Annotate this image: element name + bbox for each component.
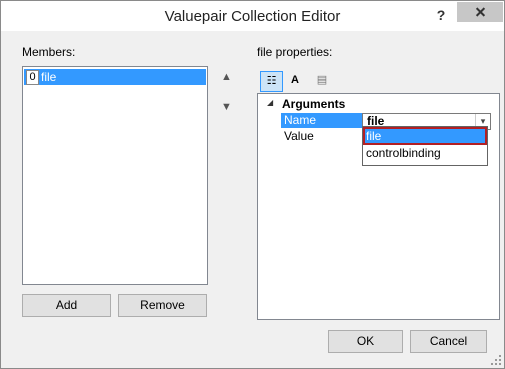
item-label: file	[41, 70, 57, 84]
collapse-icon[interactable]: ◢	[267, 98, 273, 107]
move-down-button[interactable]: ▼	[217, 98, 236, 117]
resize-grip-icon[interactable]	[491, 355, 501, 365]
item-index: 0	[26, 70, 39, 85]
collection-editor-dialog: Valuepair Collection Editor ? Members: 0…	[0, 0, 505, 369]
category-label: Arguments	[282, 97, 346, 111]
property-pages-button[interactable]: ▤	[313, 71, 331, 90]
category-row[interactable]: ◢ Arguments	[258, 96, 499, 112]
categorized-icon: ☷	[266, 75, 277, 87]
ok-button[interactable]: OK	[328, 330, 403, 353]
property-name-value[interactable]: Value	[281, 129, 364, 144]
add-button[interactable]: Add	[22, 294, 111, 317]
help-button[interactable]: ?	[433, 6, 449, 24]
dialog-title: Valuepair Collection Editor	[164, 8, 341, 25]
members-list[interactable]: 0 file	[22, 66, 208, 285]
move-up-button[interactable]: ▲	[217, 68, 236, 87]
dropdown-option-file[interactable]: file	[363, 127, 487, 145]
properties-label: file properties:	[257, 45, 333, 59]
value-dropdown-list[interactable]: file controlbinding	[362, 126, 488, 166]
arrow-up-icon: ▲	[221, 71, 232, 83]
alphabetical-button[interactable]: A Z↓	[284, 71, 306, 105]
property-pages-icon: ▤	[316, 74, 328, 86]
members-label: Members:	[22, 45, 76, 59]
list-item[interactable]: 0 file	[24, 69, 206, 85]
dropdown-option-controlbinding[interactable]: controlbinding	[364, 145, 486, 161]
property-name-name[interactable]: Name	[281, 113, 364, 128]
remove-button[interactable]: Remove	[118, 294, 207, 317]
title-bar: Valuepair Collection Editor ?	[1, 1, 504, 31]
close-button[interactable]	[457, 2, 503, 22]
arrow-down-icon: ▼	[221, 101, 232, 113]
cancel-button[interactable]: Cancel	[410, 330, 487, 353]
categorized-button[interactable]: ☷	[260, 71, 283, 92]
